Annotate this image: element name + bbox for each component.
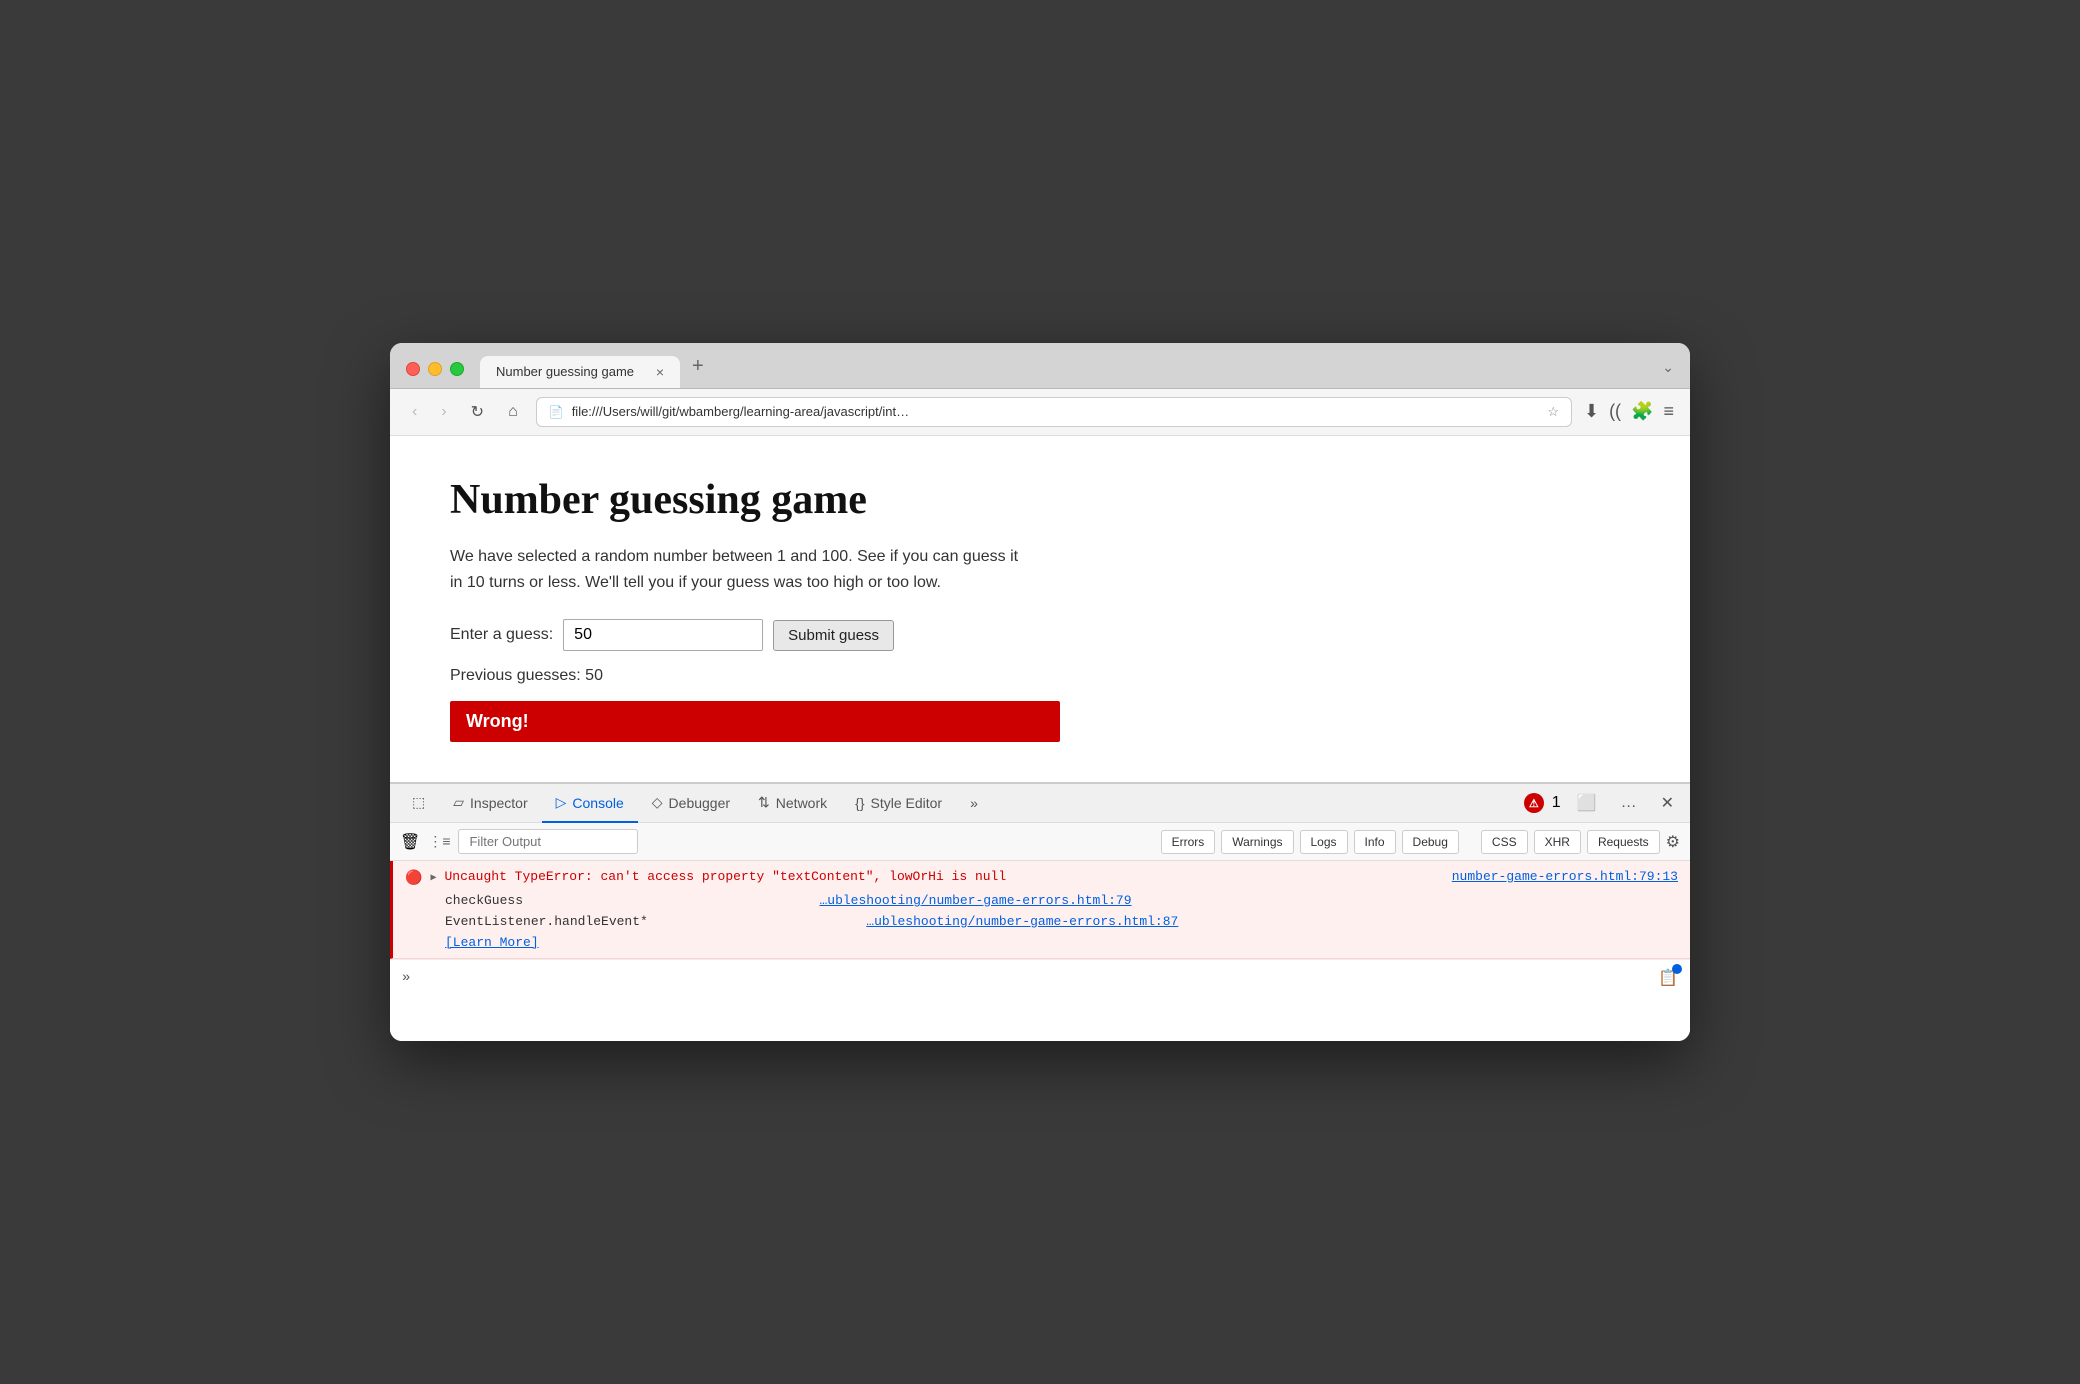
console-prompt-icon: » xyxy=(402,970,410,986)
guess-form: Enter a guess: Submit guess xyxy=(450,619,1630,651)
forward-button[interactable]: › xyxy=(435,399,452,425)
address-lock-icon: 📄 xyxy=(549,405,564,419)
console-icon: ▷ xyxy=(556,794,567,811)
address-bar[interactable]: 📄 file:///Users/will/git/wbamberg/learni… xyxy=(536,397,1572,427)
expand-arrow-icon[interactable]: ▶ xyxy=(430,872,436,884)
wrong-banner: Wrong! xyxy=(450,701,1060,742)
guess-input[interactable] xyxy=(563,619,763,651)
error-stack-trace: checkGuess …ubleshooting/number-game-err… xyxy=(445,891,1678,933)
devtools-tab-network[interactable]: ⇅ Network xyxy=(744,784,841,823)
devtools-tab-debugger[interactable]: ◇ Debugger xyxy=(638,784,744,823)
css-filter-button[interactable]: CSS xyxy=(1481,830,1528,854)
more-tabs-icon: » xyxy=(970,795,978,811)
devtools-toolbar: ⬚ ▱ Inspector ▷ Console ◇ Debugger ⇅ Net… xyxy=(390,784,1690,823)
previous-guesses: Previous guesses: 50 xyxy=(450,667,1630,685)
console-error-entry: 🔴 ▶ Uncaught TypeError: can't access pro… xyxy=(390,861,1690,959)
console-badge xyxy=(1672,964,1682,974)
extensions-icon[interactable]: 🧩 xyxy=(1631,401,1653,422)
error-warning-icon: 🔴 xyxy=(405,870,422,887)
tab-dropdown-button[interactable]: ⌄ xyxy=(1662,359,1674,388)
settings-gear-icon[interactable]: ⚙ xyxy=(1666,832,1680,852)
console-output: 🔴 ▶ Uncaught TypeError: can't access pro… xyxy=(390,861,1690,1041)
inspector-label: Inspector xyxy=(470,795,528,811)
minimize-traffic-light[interactable] xyxy=(428,362,442,376)
nav-right-actions: ⬇ (( 🧩 ≡ xyxy=(1584,401,1674,422)
info-filter-button[interactable]: Info xyxy=(1354,830,1396,854)
console-filter-buttons: Errors Warnings Logs Info Debug CSS XHR … xyxy=(1161,830,1680,854)
selector-icon: ⬚ xyxy=(412,794,425,811)
download-icon[interactable]: ⬇ xyxy=(1584,401,1599,422)
stack-func-0: checkGuess xyxy=(445,893,523,908)
style-editor-label: Style Editor xyxy=(871,795,943,811)
traffic-lights xyxy=(406,362,464,388)
devtools-tab-console[interactable]: ▷ Console xyxy=(542,784,638,823)
console-toolbar: 🗑 ⋮≡ Errors Warnings Logs Info Debug CSS… xyxy=(390,823,1690,861)
error-header: 🔴 ▶ Uncaught TypeError: can't access pro… xyxy=(405,869,1678,887)
errors-filter-button[interactable]: Errors xyxy=(1161,830,1216,854)
stack-func-1: EventListener.handleEvent* xyxy=(445,914,648,929)
network-icon: ⇅ xyxy=(758,794,770,811)
devtools-tab-selector[interactable]: ⬚ xyxy=(398,784,439,823)
error-location-link[interactable]: number-game-errors.html:79:13 xyxy=(1452,869,1678,884)
home-button[interactable]: ⌂ xyxy=(502,399,524,425)
new-tab-button[interactable]: + xyxy=(688,355,704,388)
stack-frame-0: checkGuess …ubleshooting/number-game-err… xyxy=(445,891,1678,912)
error-badge: ⚠ xyxy=(1524,793,1544,813)
devtools-panel: ⬚ ▱ Inspector ▷ Console ◇ Debugger ⇅ Net… xyxy=(390,782,1690,1041)
back-button[interactable]: ‹ xyxy=(406,399,423,425)
tab-title: Number guessing game xyxy=(496,364,634,379)
debugger-icon: ◇ xyxy=(652,794,663,811)
page-title: Number guessing game xyxy=(450,476,1630,524)
filter-icon: ⋮≡ xyxy=(428,833,450,850)
nav-bar: ‹ › ↻ ⌂ 📄 file:///Users/will/git/wbamber… xyxy=(390,389,1690,436)
style-editor-icon: {} xyxy=(855,795,864,811)
title-bar: Number guessing game × + ⌄ xyxy=(390,343,1690,389)
browser-window: Number guessing game × + ⌄ ‹ › ↻ ⌂ 📄 fil… xyxy=(390,343,1690,1041)
menu-icon[interactable]: ≡ xyxy=(1663,401,1674,422)
game-description: We have selected a random number between… xyxy=(450,544,1030,595)
devtools-tab-inspector[interactable]: ▱ Inspector xyxy=(439,784,541,823)
tab-close-button[interactable]: × xyxy=(656,364,664,380)
devtools-right-actions: ⚠ 1 ⬜ … ✕ xyxy=(1524,789,1682,817)
devtools-close-button[interactable]: ✕ xyxy=(1653,789,1682,817)
active-tab[interactable]: Number guessing game × xyxy=(480,356,680,388)
stack-location-1[interactable]: …ubleshooting/number-game-errors.html:87 xyxy=(866,914,1178,929)
inspector-icon: ▱ xyxy=(453,794,464,811)
responsive-design-button[interactable]: ⬜ xyxy=(1569,789,1605,817)
error-count: 1 xyxy=(1552,794,1561,812)
console-sidebar-toggle[interactable]: 📋 xyxy=(1658,968,1678,988)
logs-filter-button[interactable]: Logs xyxy=(1300,830,1348,854)
stack-frame-1: EventListener.handleEvent* …ubleshooting… xyxy=(445,912,1678,933)
page-content: Number guessing game We have selected a … xyxy=(390,436,1690,782)
console-label: Console xyxy=(572,795,623,811)
requests-filter-button[interactable]: Requests xyxy=(1587,830,1660,854)
error-icon-circle: ⚠ xyxy=(1529,797,1539,810)
filter-input[interactable] xyxy=(458,829,638,854)
guess-label: Enter a guess: xyxy=(450,626,553,644)
learn-more-link[interactable]: [Learn More] xyxy=(445,935,1678,950)
address-text: file:///Users/will/git/wbamberg/learning… xyxy=(572,404,1540,419)
stack-location-0[interactable]: …ubleshooting/number-game-errors.html:79 xyxy=(819,893,1131,908)
close-traffic-light[interactable] xyxy=(406,362,420,376)
error-message-text: Uncaught TypeError: can't access propert… xyxy=(444,869,1443,884)
devtools-tab-style-editor[interactable]: {} Style Editor xyxy=(841,785,956,823)
console-input[interactable] xyxy=(418,970,1650,985)
trash-icon[interactable]: 🗑 xyxy=(400,832,420,852)
console-input-row: » 📋 xyxy=(390,959,1690,996)
xhr-filter-button[interactable]: XHR xyxy=(1534,830,1581,854)
rss-icon[interactable]: (( xyxy=(1609,401,1621,422)
refresh-button[interactable]: ↻ xyxy=(465,398,490,426)
devtools-tab-more[interactable]: » xyxy=(956,785,992,823)
debugger-label: Debugger xyxy=(669,795,731,811)
debug-filter-button[interactable]: Debug xyxy=(1402,830,1459,854)
submit-guess-button[interactable]: Submit guess xyxy=(773,620,894,651)
network-label: Network xyxy=(776,795,827,811)
warnings-filter-button[interactable]: Warnings xyxy=(1221,830,1293,854)
devtools-more-button[interactable]: … xyxy=(1613,790,1645,816)
bookmark-icon[interactable]: ☆ xyxy=(1547,404,1559,420)
maximize-traffic-light[interactable] xyxy=(450,362,464,376)
